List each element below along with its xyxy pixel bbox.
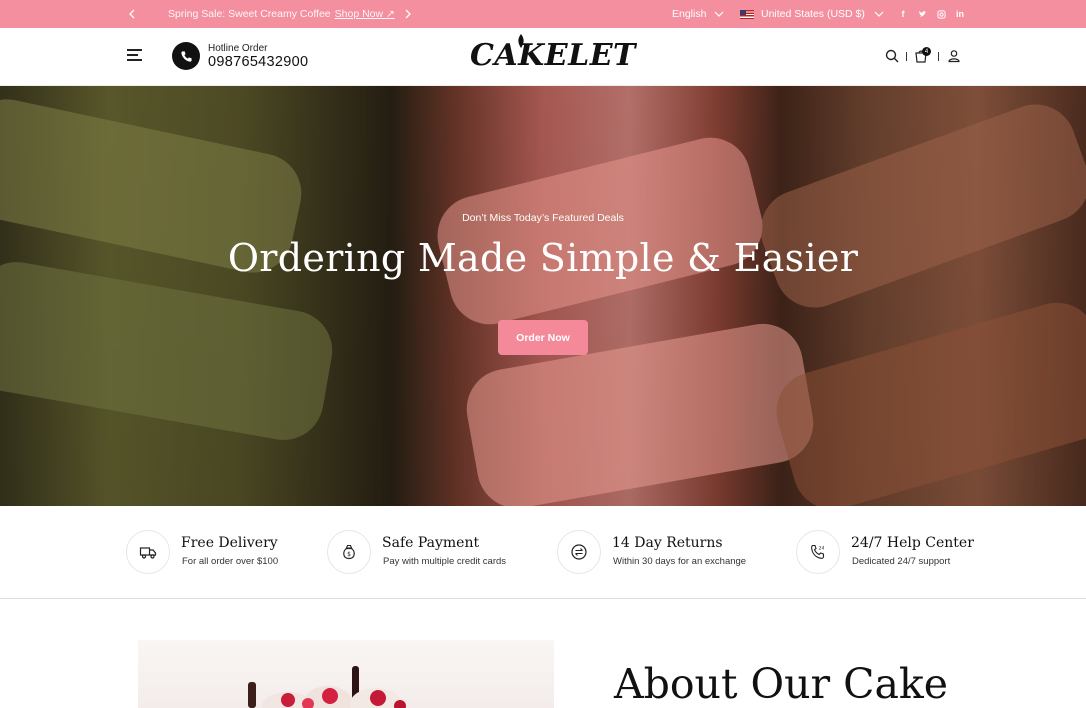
twitter-icon[interactable] <box>917 8 927 20</box>
about-cake-image <box>138 640 554 708</box>
linkedin-icon[interactable]: in <box>955 8 965 20</box>
phone-icon <box>172 42 200 70</box>
currency-selector[interactable]: United States (USD $) <box>740 8 884 20</box>
hero-banner: Don’t Miss Today’s Featured Deals Orderi… <box>0 86 1086 506</box>
phone-24-icon: 24 <box>796 530 840 574</box>
money-bag-icon: $ <box>327 530 371 574</box>
cart-count-badge: 4 <box>922 47 931 56</box>
delivery-truck-icon <box>126 530 170 574</box>
site-logo[interactable]: CAKELET <box>470 38 636 73</box>
facebook-icon[interactable]: f <box>898 8 908 20</box>
feature-desc: Within 30 days for an exchange <box>613 556 747 567</box>
features-strip: Free Delivery For all order over $100 $ … <box>0 506 1086 599</box>
hero-subtitle: Don’t Miss Today’s Featured Deals <box>462 212 624 224</box>
social-links: f in <box>898 8 965 20</box>
user-icon[interactable] <box>947 49 961 63</box>
language-label: English <box>672 8 707 20</box>
announcement-bar: Spring Sale: Sweet Creamy Coffee Shop Now… <box>0 0 1086 28</box>
feature-title: Free Delivery <box>181 535 278 551</box>
search-icon[interactable] <box>885 49 899 63</box>
feature-desc: Dedicated 24/7 support <box>852 556 951 567</box>
chevron-down-icon <box>715 11 724 17</box>
leaf-icon <box>518 34 524 48</box>
site-header: Hotline Order 098765432900 CAKELET 4 <box>0 28 1086 86</box>
instagram-icon[interactable] <box>936 8 946 20</box>
us-flag-icon <box>740 9 754 19</box>
hotline-number[interactable]: 098765432900 <box>208 54 308 70</box>
svg-text:24: 24 <box>819 546 825 552</box>
feature-desc: For all order over $100 <box>182 556 279 567</box>
hotline-label: Hotline Order <box>208 43 268 54</box>
return-arrow-icon <box>557 530 601 574</box>
feature-title: 14 Day Returns <box>612 535 723 551</box>
language-selector[interactable]: English <box>672 8 724 20</box>
hero-title: Ordering Made Simple & Easier <box>227 236 859 280</box>
feature-title: 24/7 Help Center <box>851 535 974 551</box>
promo-text: Spring Sale: Sweet Creamy Coffee <box>168 8 331 20</box>
chevron-left-icon[interactable] <box>124 6 140 22</box>
feature-desc: Pay with multiple credit cards <box>383 556 507 567</box>
feature-title: Safe Payment <box>382 535 480 551</box>
order-now-button[interactable]: Order Now <box>498 320 588 355</box>
shop-now-link[interactable]: Shop Now ↗ <box>335 8 395 20</box>
divider <box>906 52 907 61</box>
about-title: About Our Cake <box>614 660 949 708</box>
currency-label: United States (USD $) <box>761 8 865 20</box>
menu-icon[interactable] <box>127 49 142 61</box>
chevron-down-icon <box>874 11 884 17</box>
divider <box>938 52 939 61</box>
chevron-right-icon[interactable] <box>400 6 416 22</box>
promo-message: Spring Sale: Sweet Creamy Coffee Shop Now… <box>168 8 395 20</box>
svg-text:$: $ <box>347 551 351 558</box>
